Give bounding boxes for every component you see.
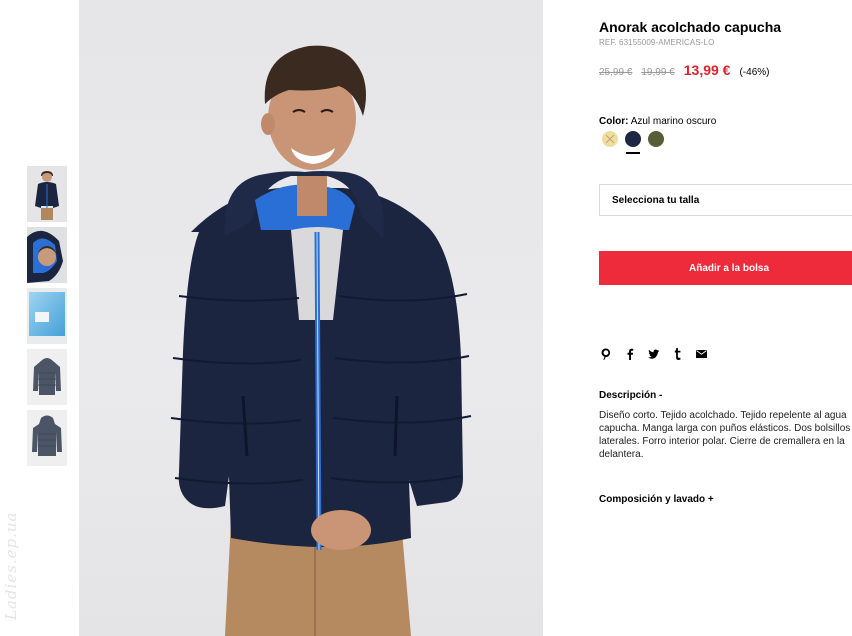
- size-select[interactable]: Selecciona tu talla: [599, 184, 852, 216]
- composition-toggle[interactable]: Composición y lavado +: [599, 494, 714, 505]
- swatch-unavailable-yellow[interactable]: [602, 131, 618, 147]
- discount-badge: (-46%): [739, 67, 770, 78]
- description-text: Diseño corto. Tejido acolchado. Tejido r…: [599, 409, 852, 461]
- product-info: Anorak acolchado capucha REF. 63155009-A…: [599, 0, 852, 636]
- original-price: 25,99 €: [599, 67, 633, 78]
- swatch-navy[interactable]: [625, 131, 641, 154]
- thumb-jacket-front[interactable]: [27, 349, 67, 405]
- previous-price: 19,99 €: [641, 67, 675, 78]
- thumb-jacket-back[interactable]: [27, 410, 67, 466]
- swatch-khaki[interactable]: [648, 131, 664, 147]
- description-line: delantera.: [599, 449, 644, 460]
- description-toggle[interactable]: Descripción -: [599, 390, 662, 401]
- color-swatches: [602, 131, 671, 154]
- product-title: Anorak acolchado capucha: [599, 19, 782, 35]
- facebook-icon[interactable]: [624, 348, 635, 360]
- unavailable-cross-icon: [605, 134, 615, 144]
- twitter-icon[interactable]: [648, 349, 659, 359]
- thumbnail-gallery: [27, 166, 67, 471]
- thumb-front[interactable]: [27, 166, 67, 222]
- product-reference: REF. 63155009-AMERICAS-LO: [599, 38, 715, 47]
- price-block: 25,99 € 19,99 € 13,99 € (-46%): [599, 62, 769, 78]
- color-selector-label: Color: Azul marino oscuro: [599, 116, 716, 127]
- add-to-bag-button[interactable]: Añadir a la bolsa: [599, 251, 852, 285]
- share-icons: [600, 348, 720, 360]
- description-line: Diseño corto. Tejido acolchado. Tejido r…: [599, 410, 847, 421]
- thumb-packaging[interactable]: [27, 288, 67, 344]
- color-value: Azul marino oscuro: [630, 116, 717, 127]
- thumb-hood-closeup[interactable]: [27, 227, 67, 283]
- watermark: Ladies.ep.ua: [2, 511, 20, 621]
- tumblr-icon[interactable]: [672, 348, 683, 360]
- sale-price: 13,99 €: [683, 62, 731, 78]
- mail-icon[interactable]: [696, 350, 707, 358]
- main-product-image[interactable]: [79, 0, 543, 636]
- description-line: capucha. Manga larga con puños elásticos…: [599, 423, 851, 434]
- color-label: Color:: [599, 116, 629, 127]
- pinterest-icon[interactable]: [600, 348, 611, 360]
- description-line: laterales. Forro interior polar. Cierre …: [599, 436, 845, 447]
